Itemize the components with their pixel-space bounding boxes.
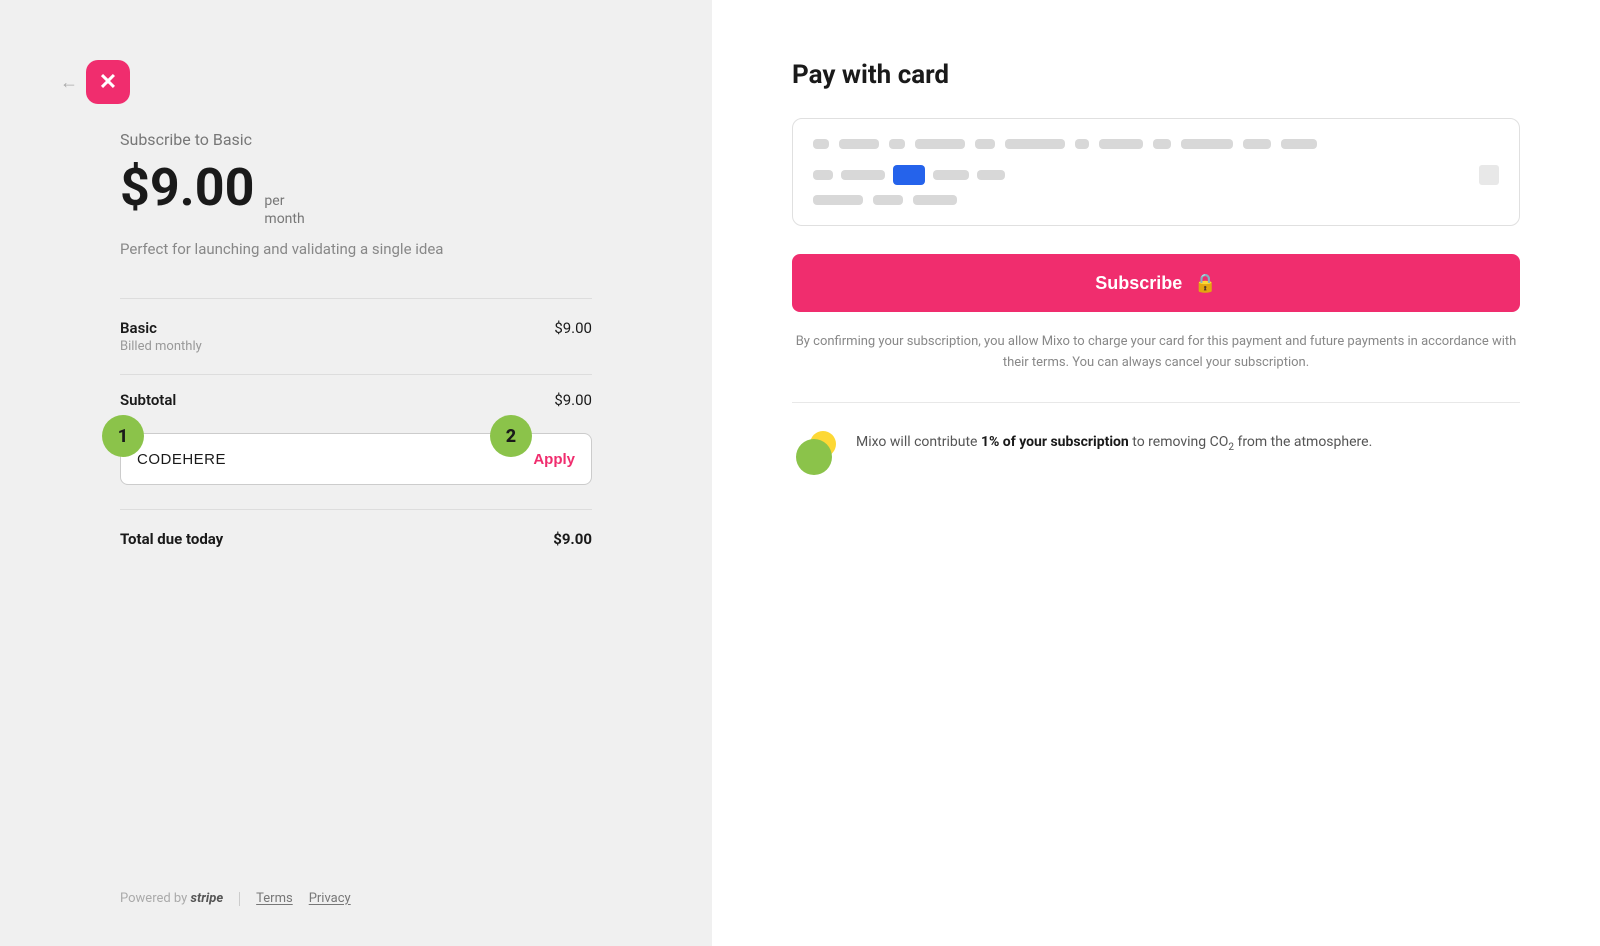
card-placeholder [839,139,879,149]
subtotal-price: $9.00 [554,391,592,409]
subscribe-button[interactable]: Subscribe 🔒 [792,254,1520,312]
card-placeholder [1005,139,1065,149]
card-placeholder [1099,139,1143,149]
card-placeholder [813,170,833,180]
eco-highlight: 1% of your subscription [981,434,1129,450]
card-form[interactable] [792,118,1520,226]
eco-icon [792,431,836,475]
item-name: Basic [120,319,202,337]
back-arrow-icon: ← [60,72,78,93]
card-brand-icon [893,165,925,185]
card-placeholder [1281,139,1317,149]
card-placeholder [913,195,957,205]
total-price: $9.00 [553,530,592,548]
card-placeholder [889,139,905,149]
card-placeholder [977,170,1005,180]
eco-text: Mixo will contribute 1% of your subscrip… [856,431,1372,456]
plan-description: Perfect for launching and validating a s… [120,240,592,258]
card-placeholder [1075,139,1089,149]
card-placeholder [933,170,969,180]
eco-circle-green [796,439,832,475]
price-period: per month [264,192,304,228]
right-panel: Pay with card [712,0,1600,946]
card-row-third [813,195,1499,205]
footer: Powered by stripe Terms Privacy [120,851,592,906]
card-placeholder [841,170,885,180]
total-label: Total due today [120,530,223,548]
subscribe-button-text: Subscribe [1095,273,1182,294]
card-placeholder [1181,139,1233,149]
back-button[interactable]: ← ✕ [60,60,130,104]
card-corner-icon [1479,165,1499,185]
card-placeholder [975,139,995,149]
price-main: $9.00 [120,157,254,218]
card-placeholder [813,195,863,205]
subscribe-label: Subscribe to Basic [120,130,592,149]
left-panel: ← ✕ Subscribe to Basic $9.00 per month P… [0,0,712,946]
card-row-second [813,165,1499,185]
card-placeholder [813,139,829,149]
promo-section: 1 2 Apply [120,433,592,485]
lock-icon: 🔒 [1194,273,1216,294]
eco-row: Mixo will contribute 1% of your subscrip… [792,431,1520,475]
item-price: $9.00 [554,319,592,337]
brand-icon: ✕ [86,60,130,104]
footer-divider [239,892,240,906]
card-placeholder [873,195,903,205]
item-billing-frequency: Billed monthly [120,339,202,354]
stripe-logo: stripe [191,891,224,906]
line-item-basic: Basic Billed monthly $9.00 [120,299,592,374]
terms-link[interactable]: Terms [256,891,293,906]
apply-button[interactable]: Apply [533,451,575,468]
card-placeholder [915,139,965,149]
promo-code-input[interactable] [137,451,533,468]
card-placeholder [1243,139,1271,149]
price-row: $9.00 per month [120,157,592,228]
powered-by-text: Powered by stripe [120,891,223,906]
privacy-link[interactable]: Privacy [309,891,351,906]
subtotal-label: Subtotal [120,391,176,409]
card-row-top [813,139,1499,149]
total-row: Total due today $9.00 [120,510,592,568]
card-placeholder [1153,139,1171,149]
consent-text: By confirming your subscription, you all… [792,332,1520,374]
pay-title: Pay with card [792,60,1520,90]
right-divider [792,402,1520,403]
